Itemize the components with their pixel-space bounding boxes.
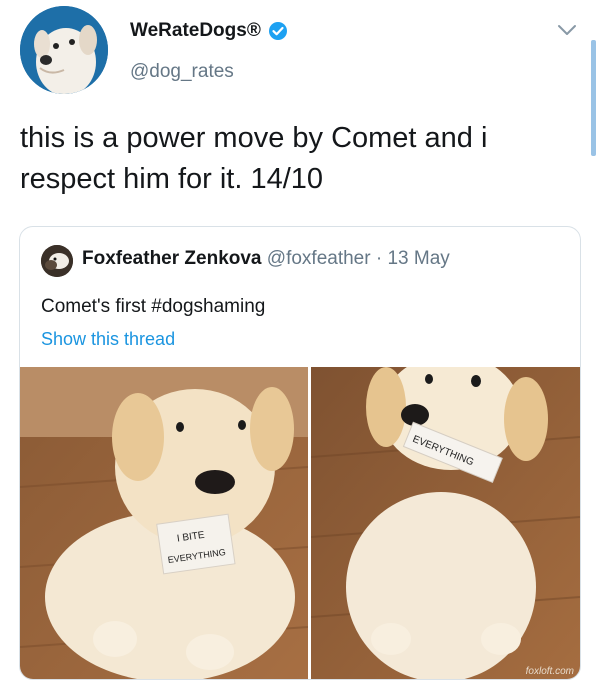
quoted-header: Foxfeather Zenkova @foxfeather · 13 May [82, 248, 450, 270]
quoted-avatar[interactable] [41, 245, 73, 277]
verified-badge-icon [268, 22, 287, 40]
header-separator: · [375, 248, 383, 269]
puppy-photo-right[interactable]: EVERYTHING foxloft.com [311, 367, 580, 679]
quoted-tweet-card[interactable]: Foxfeather Zenkova @foxfeather · 13 May … [19, 226, 581, 680]
puppy-photo-left[interactable]: I BITE EVERYTHING [20, 367, 308, 679]
account-name[interactable]: WeRateDogs® [130, 20, 261, 42]
chevron-down-icon[interactable] [556, 22, 578, 38]
puppy-with-sign-image: I BITE EVERYTHING [20, 367, 308, 679]
quoted-text: Comet's first #dogshaming [41, 296, 266, 317]
scrollbar[interactable] [591, 40, 596, 156]
quoted-photos: I BITE EVERYTHING EVERYTHING foxloft.com [20, 367, 580, 679]
photo-watermark: foxloft.com [525, 666, 574, 677]
account-avatar[interactable] [20, 6, 108, 94]
tweet-text: this is a power move by Comet and i resp… [20, 122, 488, 195]
account-name-row: WeRateDogs® [130, 20, 288, 42]
show-thread-link[interactable]: Show this thread [41, 329, 175, 350]
dog-avatar-image [20, 6, 108, 94]
puppy-holding-sign-image: EVERYTHING [311, 367, 580, 679]
quoted-date[interactable]: 13 May [387, 248, 449, 269]
account-handle[interactable]: @dog_rates [130, 61, 234, 83]
quoted-avatar-image [41, 245, 73, 277]
quoted-handle[interactable]: @foxfeather [267, 248, 371, 269]
quoted-name[interactable]: Foxfeather Zenkova [82, 248, 262, 269]
